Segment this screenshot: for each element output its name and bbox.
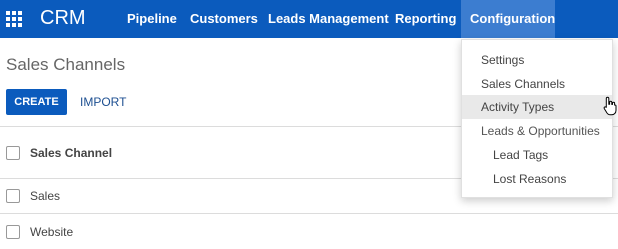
- select-all-checkbox[interactable]: [6, 146, 20, 160]
- create-button[interactable]: CREATE: [6, 89, 67, 115]
- nav-configuration[interactable]: Configuration: [461, 0, 555, 38]
- menu-item-sales-channels[interactable]: Sales Channels: [462, 72, 612, 96]
- hand-pointer-icon: [603, 96, 617, 116]
- app-title[interactable]: CRM: [40, 7, 86, 30]
- menu-item-settings[interactable]: Settings: [462, 48, 612, 72]
- row-name: Website: [30, 225, 74, 239]
- menu-item-activity-types[interactable]: Activity Types: [462, 95, 612, 119]
- menu-group-leads-opportunities: Leads & Opportunities: [481, 124, 600, 138]
- nav-reporting[interactable]: Reporting: [386, 0, 465, 38]
- row-checkbox[interactable]: [6, 225, 20, 239]
- top-navbar: CRM Pipeline Customers Leads Management …: [0, 0, 618, 38]
- menu-item-lost-reasons[interactable]: Lost Reasons: [462, 167, 612, 191]
- column-header-sales-channel[interactable]: Sales Channel: [30, 146, 112, 160]
- row-name: Sales: [30, 189, 61, 203]
- menu-item-lead-tags[interactable]: Lead Tags: [462, 143, 612, 167]
- configuration-dropdown: Settings Sales Channels Activity Types L…: [461, 39, 613, 198]
- nav-leads-management[interactable]: Leads Management: [259, 0, 398, 38]
- page-title: Sales Channels: [6, 55, 126, 74]
- nav-customers[interactable]: Customers: [181, 0, 267, 38]
- row-checkbox[interactable]: [6, 189, 20, 203]
- row-divider: [0, 213, 618, 214]
- import-button[interactable]: IMPORT: [80, 89, 126, 115]
- grid-icon[interactable]: [6, 11, 22, 27]
- nav-pipeline[interactable]: Pipeline: [118, 0, 186, 38]
